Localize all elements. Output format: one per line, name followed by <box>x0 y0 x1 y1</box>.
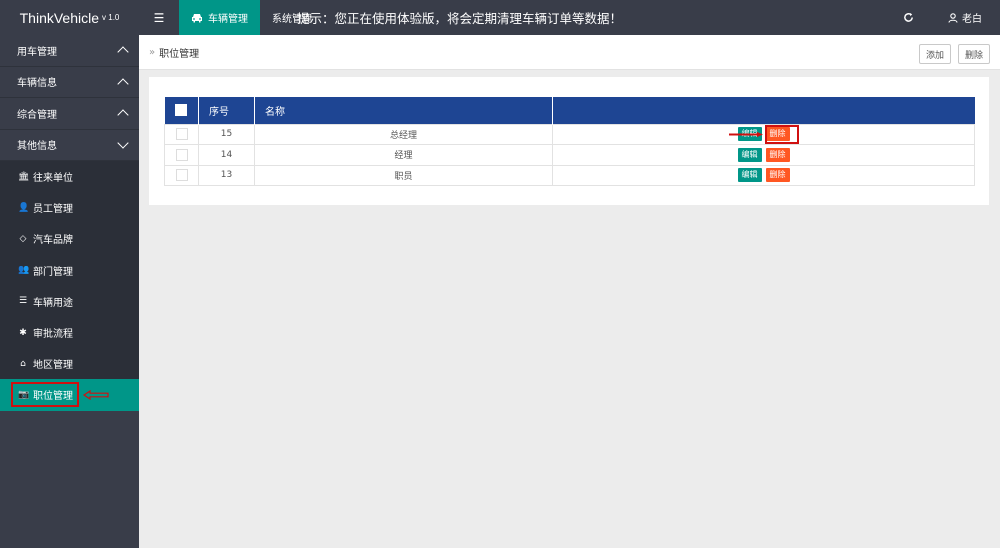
sidebar-submenu: 🏛 往来单位 👤 员工管理 ◇ 汽车品牌 👥 部门管理 ☰ 车辆用途 ✱ 审批流… <box>0 161 139 411</box>
annotation-highlight-box <box>11 382 79 408</box>
delete-row-button[interactable]: 删除 <box>765 147 790 162</box>
chevron-down-icon <box>117 137 129 149</box>
row-name: 经理 <box>254 144 553 166</box>
refresh-icon[interactable] <box>893 0 923 35</box>
table-row: 14 经理 编辑 删除 <box>164 144 975 166</box>
sidebar-item-label: 部门管理 <box>33 266 73 278</box>
annotation-arrow-icon <box>83 390 109 401</box>
bank-icon: 🏛 <box>18 171 30 182</box>
sidebar: 用车管理 车辆信息 综合管理 其他信息 🏛 往来单位 👤 员工管理 ◇ 汽车品牌… <box>0 35 139 548</box>
user-name: 老白 <box>962 14 982 25</box>
row-id: 14 <box>198 144 255 166</box>
chevron-up-icon <box>117 78 129 90</box>
row-checkbox[interactable] <box>175 169 188 182</box>
row-checkbox-cell <box>164 144 199 166</box>
user-menu[interactable]: 老白 <box>930 0 1000 35</box>
sidebar-group-label: 车辆信息 <box>17 78 57 90</box>
sidebar-group-other-info[interactable]: 其他信息 <box>0 130 139 161</box>
column-header-id: 序号 <box>198 97 255 124</box>
menu-icon[interactable]: ☰ <box>139 0 179 35</box>
sidebar-item-label: 汽车品牌 <box>33 235 73 247</box>
row-actions: 编辑删除 <box>552 144 975 166</box>
sidebar-group-car-use[interactable]: 用车管理 <box>0 35 139 67</box>
column-header-actions <box>552 97 975 124</box>
sidebar-item-partners[interactable]: 🏛 往来单位 <box>0 161 139 192</box>
row-id: 15 <box>198 123 255 145</box>
sidebar-item-vehicle-usage[interactable]: ☰ 车辆用途 <box>0 286 139 317</box>
chevron-up-icon <box>117 109 129 121</box>
sidebar-item-approval-flow[interactable]: ✱ 审批流程 <box>0 317 139 348</box>
positions-table: 序号 名称 15 总经理 编辑删除 14 <box>164 97 975 186</box>
sidebar-item-label: 往来单位 <box>33 173 73 185</box>
sidebar-item-label: 审批流程 <box>33 329 73 341</box>
table-header-row: 序号 名称 <box>164 97 975 124</box>
breadcrumb: » 职位管理 <box>149 35 199 70</box>
sidebar-item-departments[interactable]: 👥 部门管理 <box>0 255 139 286</box>
tab-vehicle-management[interactable]: 车辆管理 <box>179 0 260 35</box>
column-header-name: 名称 <box>254 97 553 124</box>
app-name: ThinkVehicle <box>19 9 100 26</box>
sidebar-item-regions[interactable]: ⌂ 地区管理 <box>0 348 139 379</box>
app-version: v 1.0 <box>102 13 120 22</box>
row-checkbox[interactable] <box>175 148 188 161</box>
diamond-icon: ◇ <box>19 233 27 244</box>
table-row: 15 总经理 编辑删除 <box>164 123 975 145</box>
row-actions: 编辑删除 <box>552 164 975 186</box>
row-actions: 编辑删除 <box>552 123 975 145</box>
select-all-cell <box>164 97 199 124</box>
annotation-arrow-icon <box>729 131 763 137</box>
sidebar-group-vehicle-info[interactable]: 车辆信息 <box>0 67 139 98</box>
sidebar-item-label: 车辆用途 <box>33 297 73 309</box>
sidebar-group-general[interactable]: 综合管理 <box>0 98 139 130</box>
sidebar-group-label: 其他信息 <box>17 141 57 153</box>
flow-icon: ✱ <box>19 327 27 338</box>
list-icon: ☰ <box>18 296 28 307</box>
delete-button[interactable]: 删除 <box>958 44 991 64</box>
sidebar-item-car-brands[interactable]: ◇ 汽车品牌 <box>0 223 139 254</box>
sidebar-item-label: 员工管理 <box>33 204 73 216</box>
add-button[interactable]: 添加 <box>919 44 952 64</box>
row-id: 13 <box>198 164 255 186</box>
notice-text: 提示：您正在使用体验版，将会定期清理车辆订单等数据！ <box>297 11 623 26</box>
row-checkbox-cell <box>164 164 199 186</box>
sidebar-item-label: 地区管理 <box>33 360 73 372</box>
sidebar-item-positions[interactable]: 📷 职位管理 <box>0 379 139 411</box>
edit-button[interactable]: 编辑 <box>737 168 762 183</box>
sidebar-item-employees[interactable]: 👤 员工管理 <box>0 192 139 223</box>
user-icon <box>948 12 958 23</box>
app-logo[interactable]: ThinkVehicle v 1.0 <box>0 0 139 35</box>
home-icon: ⌂ <box>20 358 26 369</box>
car-icon <box>192 13 202 22</box>
content-card: 序号 名称 15 总经理 编辑删除 14 <box>149 77 989 205</box>
annotation-highlight-box <box>765 124 799 144</box>
row-checkbox[interactable] <box>175 128 188 141</box>
breadcrumb-separator: » <box>149 47 156 58</box>
chevron-up-icon <box>117 46 129 58</box>
row-name: 职员 <box>254 164 553 186</box>
user-icon: 👤 <box>18 202 30 213</box>
group-icon: 👥 <box>18 265 30 276</box>
select-all-checkbox[interactable] <box>175 104 188 117</box>
sidebar-group-label: 用车管理 <box>17 46 57 58</box>
row-name: 总经理 <box>254 123 553 145</box>
sidebar-group-label: 综合管理 <box>17 109 57 121</box>
tab-label: 车辆管理 <box>208 14 248 25</box>
breadcrumb-current: 职位管理 <box>159 49 200 60</box>
edit-button[interactable]: 编辑 <box>737 147 762 162</box>
row-checkbox-cell <box>164 123 199 145</box>
top-bar: ThinkVehicle v 1.0 ☰ 车辆管理 系统管理 提示：您正在使用体… <box>0 0 1000 35</box>
breadcrumb-bar: » 职位管理 添加 删除 <box>139 35 1000 70</box>
delete-row-button[interactable]: 删除 <box>765 168 790 183</box>
table-row: 13 职员 编辑 删除 <box>164 164 975 186</box>
